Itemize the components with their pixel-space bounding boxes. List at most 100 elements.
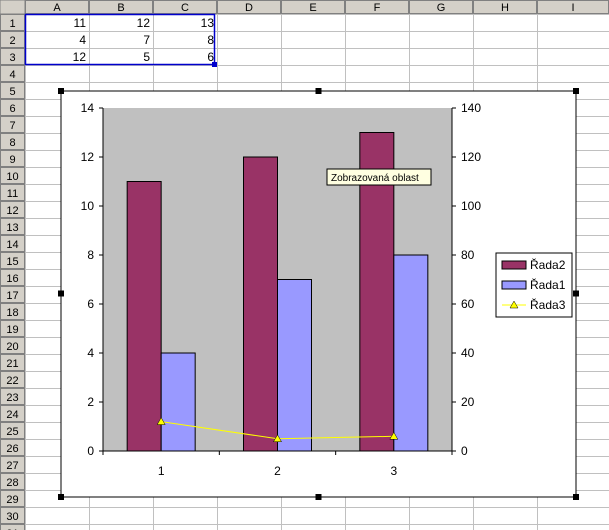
row-header-5[interactable]: 5 [0,82,25,99]
row-header-12[interactable]: 12 [0,201,25,218]
row-header-8[interactable]: 8 [0,133,25,150]
category-label: 3 [390,464,397,478]
column-header-label: A [53,2,61,14]
column-header-label: E [309,2,316,14]
left-axis-tick-label: 0 [87,444,94,458]
bar-Řada2-2[interactable] [243,156,278,452]
row-header-27[interactable]: 27 [0,456,25,473]
resize-handle[interactable] [315,88,322,94]
row-header-22[interactable]: 22 [0,371,25,388]
column-header-i[interactable]: I [537,0,609,15]
cell-value: 6 [207,50,214,64]
bar-Řada2-1[interactable] [126,181,162,452]
cell-a2[interactable]: 4 [79,33,86,47]
cell-c3[interactable]: 6 [207,50,214,64]
row-header-20[interactable]: 20 [0,337,25,354]
category-label: 1 [158,464,165,478]
cell-value: 13 [201,16,215,30]
row-header-11[interactable]: 11 [0,184,25,201]
row-header-3[interactable]: 3 [0,48,25,65]
column-header-label: F [374,2,381,14]
select-all-corner[interactable] [0,0,26,15]
cell-b2[interactable]: 7 [143,33,150,47]
column-header-label: H [501,2,509,14]
right-axis-tick-label: 20 [461,395,475,409]
column-header-h[interactable]: H [473,0,537,15]
row-header-6[interactable]: 6 [0,99,25,116]
row-header-14[interactable]: 14 [0,235,25,252]
resize-handle[interactable] [573,290,579,297]
column-header-f[interactable]: F [345,0,409,15]
column-header-c[interactable]: C [153,0,217,15]
row-header-4[interactable]: 4 [0,65,25,82]
row-header-label: 6 [9,103,15,115]
column-header-d[interactable]: D [217,0,281,15]
row-header-9[interactable]: 9 [0,150,25,167]
row-header-15[interactable]: 15 [0,252,25,269]
row-header-13[interactable]: 13 [0,218,25,235]
bar-Řada1-3[interactable] [393,254,429,452]
row-header-29[interactable]: 29 [0,490,25,507]
row-header-17[interactable]: 17 [0,286,25,303]
right-axis-tick-label: 80 [461,248,475,262]
row-header-label: 20 [6,341,18,353]
row-header-28[interactable]: 28 [0,473,25,490]
category-label: 2 [274,464,281,478]
column-header-a[interactable]: A [25,0,89,15]
left-axis-tick-label: 8 [87,248,94,262]
column-header-g[interactable]: G [409,0,473,15]
row-header-30[interactable]: 30 [0,507,25,524]
row-header-label: 24 [6,409,18,421]
row-header-26[interactable]: 26 [0,439,25,456]
row-header-16[interactable]: 16 [0,269,25,286]
row-header-24[interactable]: 24 [0,405,25,422]
row-header-label: 18 [6,307,18,319]
spreadsheet-window: ABCDEFGHI 123456789101112131415161718192… [0,0,609,530]
row-header-21[interactable]: 21 [0,354,25,371]
resize-handle[interactable] [58,88,64,94]
cell-value: 5 [143,50,150,64]
row-header-19[interactable]: 19 [0,320,25,337]
resize-handle[interactable] [58,290,64,297]
row-header-31[interactable]: 31 [0,524,25,530]
row-header-label: 14 [6,239,18,251]
row-header-label: 17 [6,290,18,302]
left-axis-tick-label: 6 [87,297,94,311]
cell-a1[interactable]: 11 [74,16,87,30]
column-header-e[interactable]: E [281,0,345,15]
row-header-2[interactable]: 2 [0,31,25,48]
resize-handle[interactable] [58,494,64,500]
row-header-label: 12 [6,205,18,217]
row-header-1[interactable]: 1 [0,14,25,31]
row-header-25[interactable]: 25 [0,422,25,439]
fill-handle[interactable] [212,62,217,67]
cell-c2[interactable]: 8 [207,33,214,47]
bar-Řada1-1[interactable] [160,352,196,452]
row-header-7[interactable]: 7 [0,116,25,133]
cell-c1[interactable]: 13 [201,16,215,30]
resize-handle[interactable] [573,88,579,94]
row-header-label: 28 [6,477,18,489]
column-header-label: C [181,2,189,14]
resize-handle[interactable] [315,494,322,500]
row-header-label: 10 [6,171,18,183]
row-header-label: 1 [9,18,15,30]
tooltip: Zobrazovaná oblast [326,168,432,186]
cell-value: 12 [137,16,151,30]
embedded-chart[interactable]: 02468101214 020406080100120140 123 Řada2… [58,88,579,500]
legend[interactable]: Řada2 Řada1 Řada3 [495,252,573,318]
row-header-23[interactable]: 23 [0,388,25,405]
resize-handle[interactable] [573,494,579,500]
row-header-10[interactable]: 10 [0,167,25,184]
tooltip-text: Zobrazovaná oblast [331,173,419,184]
bar-Řada1-2[interactable] [277,279,312,452]
cell-b3[interactable]: 5 [143,50,150,64]
column-header-b[interactable]: B [89,0,153,15]
right-axis-tick-label: 40 [461,346,475,360]
right-axis-tick-label: 0 [461,444,468,458]
legend-label: Řada1 [530,277,566,292]
selection-border [24,13,216,66]
row-header-18[interactable]: 18 [0,303,25,320]
cell-b1[interactable]: 12 [137,16,151,30]
cell-a3[interactable]: 12 [73,50,87,64]
